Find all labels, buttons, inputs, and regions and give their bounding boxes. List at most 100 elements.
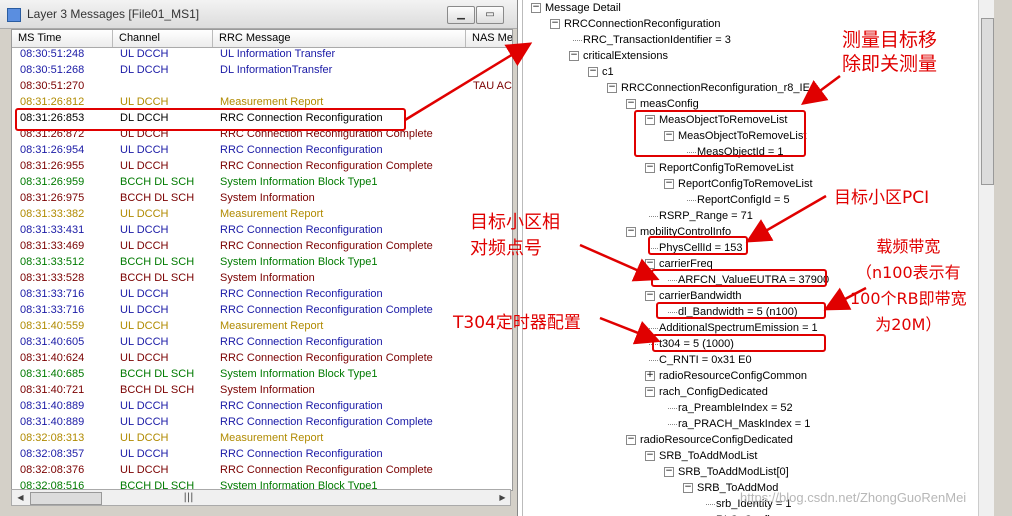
table-row[interactable]: 08:31:33:716 UL DCCH RRC Connection Reconf… bbox=[12, 287, 512, 303]
tree-node[interactable]: ra_PreambleIndex = 52 bbox=[678, 400, 793, 416]
cell-rrc-message: System Information bbox=[220, 384, 315, 396]
table-row[interactable]: 08:31:33:716 UL DCCH RRC Connection Reconf… bbox=[12, 303, 512, 319]
right-edge-panel bbox=[994, 0, 1012, 516]
cell-channel: BCCH DL SCH bbox=[120, 256, 195, 268]
table-row[interactable]: 08:30:51:268 DL DCCH DL InformationTransfe… bbox=[12, 63, 512, 79]
cell-channel: UL DCCH bbox=[120, 96, 169, 108]
table-row[interactable]: 08:32:08:357 UL DCCH RRC Connection Reconf… bbox=[12, 447, 512, 463]
table-row[interactable]: 08:32:08:313 UL DCCH Measurement Report bbox=[12, 431, 512, 447]
cell-rrc-message: Measurement Report bbox=[220, 320, 324, 332]
cell-ms-time: 08:31:26:975 bbox=[20, 192, 85, 204]
maximize-button[interactable]: ▭ bbox=[476, 6, 504, 24]
tree-connector bbox=[573, 40, 582, 41]
collapse-icon[interactable]: − bbox=[664, 467, 674, 477]
horizontal-scrollbar[interactable]: ◀ ||| ▶ bbox=[11, 489, 511, 506]
collapse-icon[interactable]: − bbox=[683, 483, 693, 493]
annotation-meas-remove: 测量目标移 除即关测量 bbox=[842, 29, 938, 75]
table-row[interactable]: 08:31:33:512 BCCH DL SCH System Informatio… bbox=[12, 255, 512, 271]
tree-node[interactable]: ReportConfigToRemoveList bbox=[659, 160, 794, 176]
table-row[interactable]: 08:31:40:889 UL DCCH RRC Connection Reconf… bbox=[12, 399, 512, 415]
vertical-scrollbar[interactable] bbox=[978, 0, 995, 516]
collapse-icon[interactable]: − bbox=[626, 99, 636, 109]
vscroll-thumb[interactable] bbox=[981, 18, 994, 185]
collapse-icon[interactable]: − bbox=[645, 163, 655, 173]
table-row[interactable]: 08:31:26:975 BCCH DL SCH System Informatio… bbox=[12, 191, 512, 207]
tree-node[interactable]: SRB_ToAddModList[0] bbox=[678, 464, 789, 480]
table-row[interactable]: 08:31:40:685 BCCH DL SCH System Informatio… bbox=[12, 367, 512, 383]
table-row[interactable]: 08:31:33:382 UL DCCH Measurement Report bbox=[12, 207, 512, 223]
table-row[interactable]: 08:31:40:559 UL DCCH Measurement Report bbox=[12, 319, 512, 335]
tree-node[interactable]: ReportConfigId = 5 bbox=[697, 192, 790, 208]
cell-channel: UL DCCH bbox=[120, 416, 169, 428]
tree-node[interactable]: RRCConnectionReconfiguration bbox=[564, 16, 721, 32]
table-row[interactable]: 08:30:51:270 TAU AC bbox=[12, 79, 512, 95]
collapse-icon[interactable]: − bbox=[550, 19, 560, 29]
collapse-icon[interactable]: − bbox=[569, 51, 579, 61]
cell-channel: BCCH DL SCH bbox=[120, 368, 195, 380]
cell-ms-time: 08:31:40:559 bbox=[20, 320, 85, 332]
cell-ms-time: 08:31:26:959 bbox=[20, 176, 85, 188]
cell-channel: UL DCCH bbox=[120, 320, 169, 332]
cell-ms-time: 08:31:40:889 bbox=[20, 400, 85, 412]
cell-channel: BCCH DL SCH bbox=[120, 192, 195, 204]
collapse-icon[interactable]: − bbox=[588, 67, 598, 77]
collapse-icon[interactable]: − bbox=[531, 3, 541, 13]
collapse-icon[interactable]: − bbox=[645, 387, 655, 397]
tree-node[interactable]: RSRP_Range = 71 bbox=[659, 208, 753, 224]
collapse-icon[interactable]: − bbox=[645, 451, 655, 461]
table-row[interactable]: 08:31:26:959 BCCH DL SCH System Informatio… bbox=[12, 175, 512, 191]
table-row[interactable]: 08:31:40:889 UL DCCH RRC Connection Reconf… bbox=[12, 415, 512, 431]
tree-node[interactable]: ReportConfigToRemoveList bbox=[678, 176, 813, 192]
cell-ms-time: 08:31:26:954 bbox=[20, 144, 85, 156]
collapse-icon[interactable]: − bbox=[645, 291, 655, 301]
table-row[interactable]: 08:31:26:955 UL DCCH RRC Connection Reconf… bbox=[12, 159, 512, 175]
scroll-left-icon[interactable]: ◀ bbox=[14, 492, 27, 503]
cell-channel: UL DCCH bbox=[120, 288, 169, 300]
tree-node[interactable]: radioResourceConfigCommon bbox=[659, 368, 807, 384]
col-channel[interactable]: Channel bbox=[113, 30, 213, 47]
tree-node[interactable]: Message Detail bbox=[545, 0, 621, 16]
col-rrc-message[interactable]: RRC Message bbox=[213, 30, 466, 47]
minimize-button[interactable]: ▁ bbox=[447, 6, 475, 24]
tree-node[interactable]: c1 bbox=[602, 64, 614, 80]
table-row[interactable]: 08:31:40:605 UL DCCH RRC Connection Reconf… bbox=[12, 335, 512, 351]
cell-ms-time: 08:31:33:382 bbox=[20, 208, 85, 220]
table-row[interactable]: 08:31:40:624 UL DCCH RRC Connection Reconf… bbox=[12, 351, 512, 367]
col-nas-message[interactable]: NAS Me bbox=[466, 30, 512, 47]
tree-node[interactable]: criticalExtensions bbox=[583, 48, 668, 64]
col-ms-time[interactable]: MS Time bbox=[12, 30, 113, 47]
tree-node[interactable]: rach_ConfigDedicated bbox=[659, 384, 768, 400]
collapse-icon[interactable]: − bbox=[626, 435, 636, 445]
table-row[interactable]: 08:30:51:248 UL DCCH UL Information Transf… bbox=[12, 47, 512, 63]
cell-channel: UL DCCH bbox=[120, 160, 169, 172]
cell-ms-time: 08:31:33:528 bbox=[20, 272, 85, 284]
cell-nas-message: TAU AC bbox=[473, 80, 512, 92]
table-row[interactable]: 08:31:26:954 UL DCCH RRC Connection Reconf… bbox=[12, 143, 512, 159]
collapse-icon[interactable]: − bbox=[664, 179, 674, 189]
tree-connector bbox=[649, 216, 658, 217]
table-row[interactable]: 08:31:33:431 UL DCCH RRC Connection Reconf… bbox=[12, 223, 512, 239]
tree-node[interactable]: RLC_Config bbox=[716, 512, 776, 516]
cell-channel: UL DCCH bbox=[120, 400, 169, 412]
tree-node[interactable]: RRCConnectionReconfiguration_r8_IEs bbox=[621, 80, 815, 96]
scroll-right-icon[interactable]: ▶ bbox=[496, 492, 509, 503]
tree-node[interactable]: RRC_TransactionIdentifier = 3 bbox=[583, 32, 731, 48]
table-row[interactable]: 08:32:08:376 UL DCCH RRC Connection Reconf… bbox=[12, 463, 512, 479]
cell-rrc-message: RRC Connection Reconfiguration bbox=[220, 224, 383, 236]
table-row[interactable]: 08:31:33:469 UL DCCH RRC Connection Reconf… bbox=[12, 239, 512, 255]
tree-node[interactable]: radioResourceConfigDedicated bbox=[640, 432, 793, 448]
scroll-thumb[interactable] bbox=[30, 492, 102, 505]
expand-icon[interactable]: + bbox=[645, 371, 655, 381]
cell-channel: UL DCCH bbox=[120, 208, 169, 220]
window-titlebar[interactable]: Layer 3 Messages [File01_MS1] ▁ ▭ bbox=[0, 0, 517, 29]
cell-rrc-message: Measurement Report bbox=[220, 96, 324, 108]
table-row[interactable]: 08:31:40:721 BCCH DL SCH System Informatio… bbox=[12, 383, 512, 399]
collapse-icon[interactable]: − bbox=[607, 83, 617, 93]
tree-node[interactable]: C_RNTI = 0x31 E0 bbox=[659, 352, 752, 368]
tree-node[interactable]: ra_PRACH_MaskIndex = 1 bbox=[678, 416, 810, 432]
collapse-icon[interactable]: − bbox=[626, 227, 636, 237]
table-row[interactable]: 08:31:33:528 BCCH DL SCH System Informatio… bbox=[12, 271, 512, 287]
collapse-icon[interactable]: − bbox=[645, 259, 655, 269]
cell-ms-time: 08:31:33:469 bbox=[20, 240, 85, 252]
tree-node[interactable]: SRB_ToAddModList bbox=[659, 448, 757, 464]
